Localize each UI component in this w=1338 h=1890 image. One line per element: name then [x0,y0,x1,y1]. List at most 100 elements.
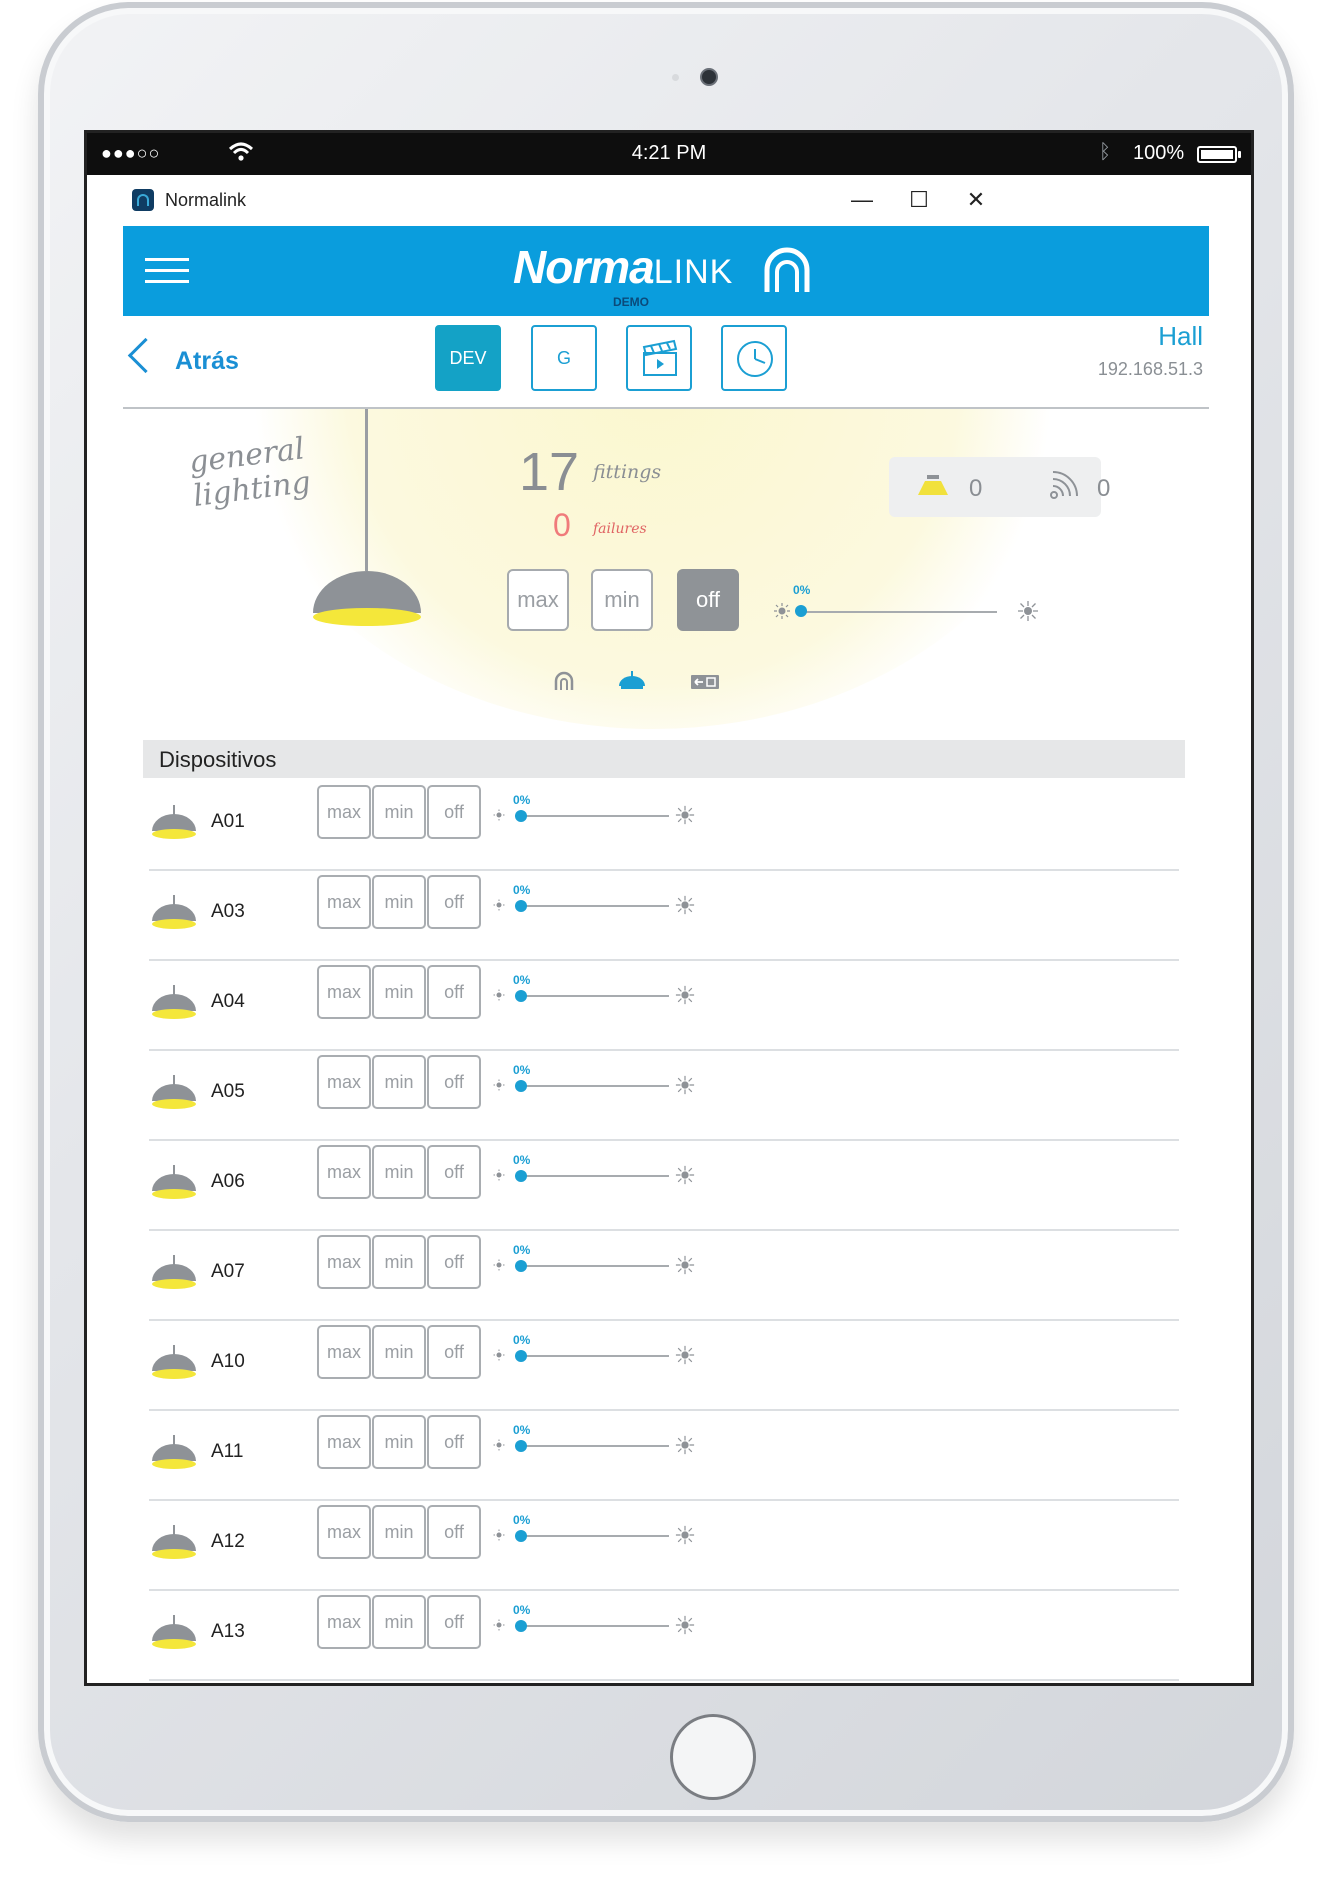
slider-track [521,995,669,997]
device-off-button[interactable]: off [427,1415,481,1469]
slider-track [801,611,997,613]
general-lighting-panel: general lighting 17 fittings 0 failures … [123,409,1209,739]
toolbar: Atrás DEV G Hall 192.168.51.3 [123,317,1209,409]
device-off-button[interactable]: off [427,965,481,1019]
device-dimmer-slider[interactable]: 0% [491,1423,701,1465]
emergency-exit-icon[interactable] [691,675,719,689]
all-max-button[interactable]: max [507,569,569,631]
device-off-button[interactable]: off [427,1235,481,1289]
slider-knob[interactable] [515,900,527,912]
slider-knob[interactable] [515,1170,527,1182]
device-dimmer-slider[interactable]: 0% [491,1063,701,1105]
device-dimmer-slider[interactable]: 0% [491,1603,701,1645]
tab-scenes[interactable] [626,325,692,391]
menu-icon[interactable] [145,258,189,284]
slider-percent: 0% [793,583,811,597]
slider-track [521,1085,669,1087]
close-button[interactable]: ✕ [959,183,993,217]
tab-devices[interactable]: DEV [435,325,501,391]
device-dimmer-slider[interactable]: 0% [491,1153,701,1195]
tab-groups-label: G [556,348,571,368]
pendant-lamp-icon [152,985,196,1019]
failures-count: 0 [553,507,571,543]
device-max-button[interactable]: max [317,1145,371,1199]
slider-knob[interactable] [515,1530,527,1542]
slider-knob[interactable] [515,810,527,822]
home-button[interactable] [670,1714,756,1800]
device-row: A10 max min off 0% [149,1321,1179,1411]
devices-header-label: Dispositivos [159,747,277,772]
slider-percent: 0% [513,973,531,987]
all-off-button[interactable]: off [677,569,739,631]
device-max-button[interactable]: max [317,1505,371,1559]
device-min-button[interactable]: min [372,1595,426,1649]
slider-knob[interactable] [515,1350,527,1362]
device-dimmer-slider[interactable]: 0% [491,1243,701,1285]
tab-groups[interactable]: G [531,325,597,391]
device-row: A04 max min off 0% [149,961,1179,1051]
device-min-button[interactable]: min [372,1325,426,1379]
sun-bright-icon [675,985,695,1005]
device-name: A01 [211,811,245,832]
device-dimmer-slider[interactable]: 0% [491,793,701,835]
device-min-button[interactable]: min [372,1505,426,1559]
slider-percent: 0% [513,1333,531,1347]
clock-time: 4:21 PM [631,142,707,164]
device-min-button[interactable]: min [372,1415,426,1469]
device-off-button[interactable]: off [427,1595,481,1649]
battery-icon [1197,146,1241,163]
device-dimmer-slider[interactable]: 0% [491,1333,701,1375]
logo-brand-light: LINK [653,253,734,291]
device-dimmer-slider[interactable]: 0% [491,883,701,925]
pendant-lamp-icon [152,1435,196,1469]
device-max-button[interactable]: max [317,1325,371,1379]
device-off-button[interactable]: off [427,1505,481,1559]
maximize-button[interactable]: ☐ [902,183,936,217]
sun-bright-icon [675,805,695,825]
normalink-mode-icon[interactable] [553,671,575,691]
device-off-button[interactable]: off [427,1325,481,1379]
device-off-button[interactable]: off [427,1055,481,1109]
front-camera [700,68,718,86]
tab-schedule[interactable] [721,325,787,391]
lamp-cord [365,409,368,571]
device-row: A11 max min off 0% [149,1411,1179,1501]
sun-bright-icon [675,895,695,915]
general-dimmer-slider[interactable]: 0% [773,583,1038,631]
sun-bright-icon [675,1075,695,1095]
fittings-label: fittings [593,461,662,483]
device-min-button[interactable]: min [372,875,426,929]
device-off-button[interactable]: off [427,1145,481,1199]
sun-bright-icon [675,1345,695,1365]
slider-knob[interactable] [515,1440,527,1452]
device-max-button[interactable]: max [317,875,371,929]
logo-arc-icon [764,247,810,292]
device-max-button[interactable]: max [317,1595,371,1649]
device-dimmer-slider[interactable]: 0% [491,973,701,1015]
device-min-button[interactable]: min [372,965,426,1019]
slider-knob[interactable] [795,605,807,617]
device-min-button[interactable]: min [372,785,426,839]
slider-knob[interactable] [515,1080,527,1092]
device-max-button[interactable]: max [317,1415,371,1469]
device-min-button[interactable]: min [372,1055,426,1109]
device-off-button[interactable]: off [427,785,481,839]
device-off-button[interactable]: off [427,875,481,929]
device-max-button[interactable]: max [317,1055,371,1109]
pendant-mode-icon[interactable] [617,671,647,691]
device-max-button[interactable]: max [317,965,371,1019]
slider-knob[interactable] [515,1260,527,1272]
sun-bright-icon [675,1525,695,1545]
slider-knob[interactable] [515,1620,527,1632]
device-max-button[interactable]: max [317,1235,371,1289]
window-titlebar: Normalink — ☐ ✕ [87,175,1251,225]
device-min-button[interactable]: min [372,1145,426,1199]
device-max-button[interactable]: max [317,785,371,839]
device-min-button[interactable]: min [372,1235,426,1289]
all-min-button[interactable]: min [591,569,653,631]
device-dimmer-slider[interactable]: 0% [491,1513,701,1555]
slider-knob[interactable] [515,990,527,1002]
slider-percent: 0% [513,1063,531,1077]
minimize-button[interactable]: — [845,183,879,217]
pendant-lamp-icon [152,895,196,929]
